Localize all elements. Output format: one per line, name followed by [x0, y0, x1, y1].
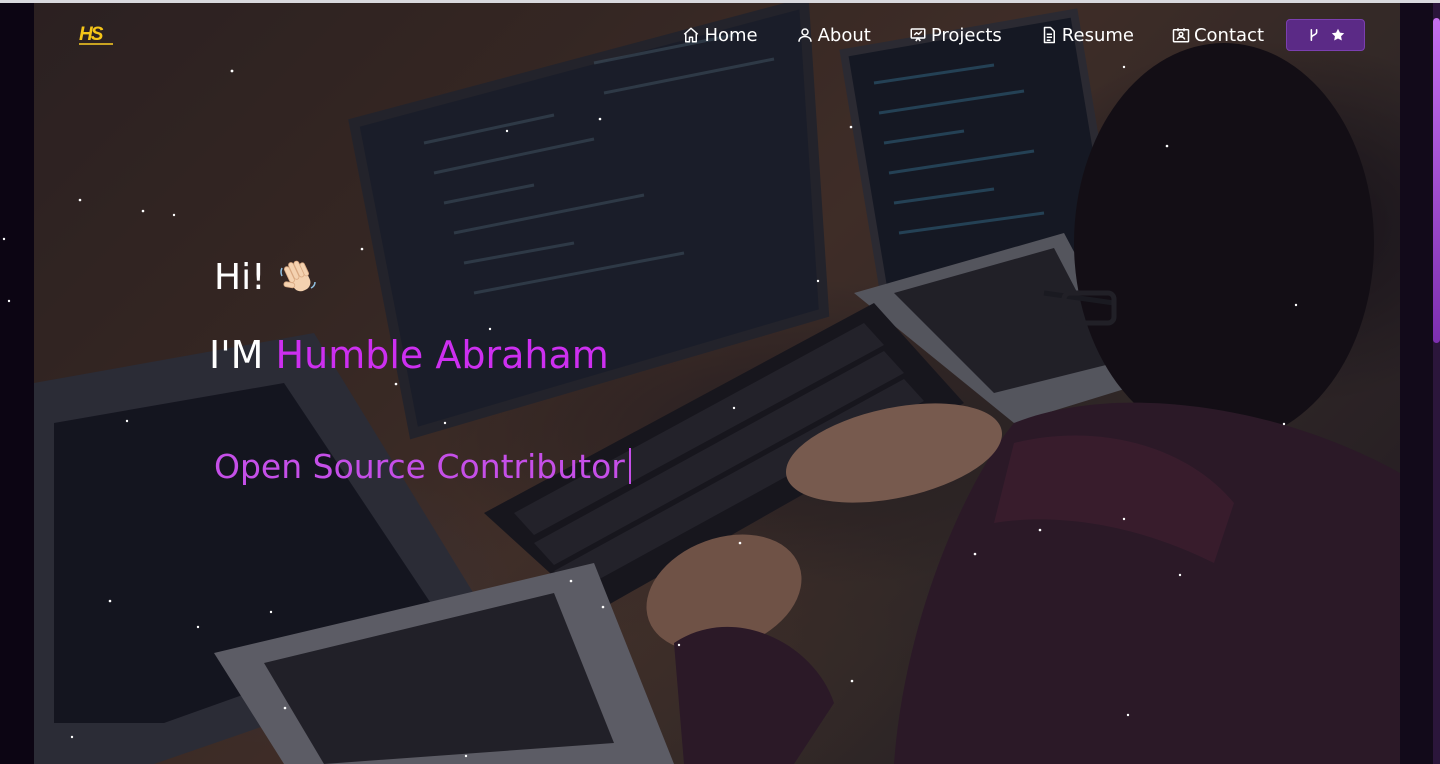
user-icon: [796, 26, 814, 44]
left-gutter: [2, 237, 11, 303]
nav-item-contact[interactable]: Contact: [1172, 25, 1264, 46]
document-icon: [1040, 26, 1058, 44]
intro-prefix: I'M: [209, 333, 264, 377]
typewriter-text: Open Source Contributor: [214, 447, 625, 486]
page: HS Home About Projects Resume Contact Hi…: [0, 0, 1440, 764]
hero-greeting: Hi!: [214, 255, 318, 301]
nav-item-label: Home: [704, 24, 758, 46]
github-fork-star-button[interactable]: [1286, 19, 1365, 51]
hero-name-heading: I'M Humble Abraham: [209, 330, 609, 380]
scrollbar-thumb[interactable]: [1433, 18, 1440, 343]
contact-icon: [1172, 26, 1190, 44]
home-icon: [682, 26, 700, 44]
nav-item-about[interactable]: About: [796, 25, 871, 46]
nav-item-projects[interactable]: Projects: [909, 25, 1002, 46]
logo-lettering: HS: [79, 24, 103, 45]
nav-item-label: Resume: [1061, 24, 1134, 46]
typewriter-role: Open Source Contributor: [214, 445, 631, 489]
projects-icon: [909, 26, 927, 44]
particle-stars: [70, 65, 1298, 758]
nav-item-label: About: [817, 24, 871, 46]
nav-item-label: Contact: [1193, 24, 1264, 46]
nav-item-resume[interactable]: Resume: [1040, 25, 1134, 46]
star-icon: [1331, 28, 1345, 42]
nav-menu: Home About Projects Resume Contact: [682, 19, 1365, 51]
git-fork-icon: [1307, 28, 1321, 42]
waving-hand-icon: [278, 258, 318, 298]
hero-name: Humble Abraham: [275, 333, 609, 377]
navbar: HS Home About Projects Resume Contact: [34, 3, 1400, 69]
nav-item-label: Projects: [930, 24, 1002, 46]
site-logo[interactable]: HS: [79, 25, 113, 49]
logo-underline: [79, 43, 113, 45]
nav-item-home[interactable]: Home: [682, 24, 758, 46]
hero-section: [34, 3, 1400, 764]
greeting-text: Hi!: [214, 257, 266, 298]
typewriter-cursor: [628, 448, 631, 484]
